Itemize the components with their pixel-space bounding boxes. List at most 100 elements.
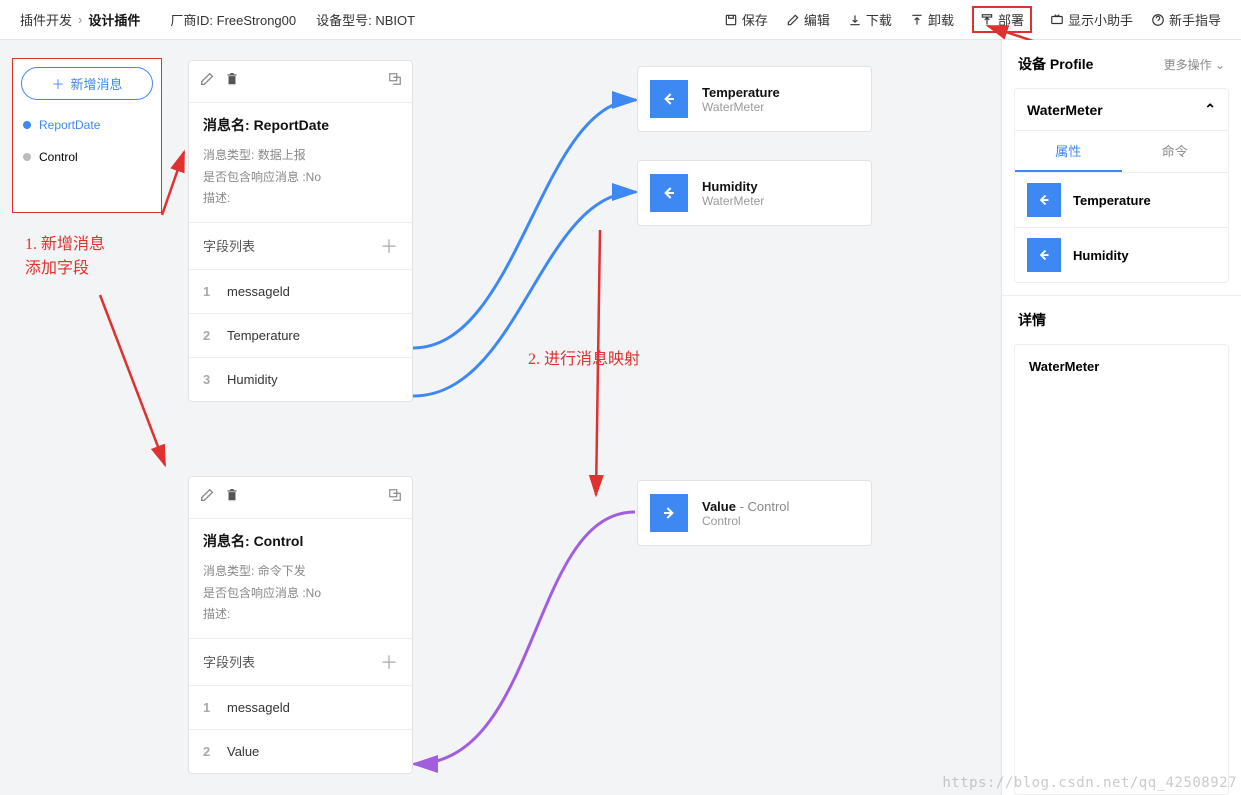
sidebar-item-control[interactable]: Control (21, 150, 153, 164)
deploy-icon (980, 13, 994, 27)
profile-header: 设备 Profile 更多操作 ⌄ (1002, 40, 1241, 88)
more-actions-button[interactable]: 更多操作 ⌄ (1164, 56, 1225, 73)
field-row[interactable]: 2Temperature (189, 313, 412, 357)
chevron-up-icon: ⌃ (1204, 101, 1216, 118)
top-info: 厂商ID: FreeStrong00 设备型号: NBIOT (170, 10, 415, 29)
fields-header: 字段列表 ＋ (189, 222, 412, 269)
edit-icon[interactable] (199, 71, 215, 92)
detail-title: WaterMeter (1029, 359, 1099, 374)
sidebar-item-reportdate[interactable]: ReportDate (21, 118, 153, 132)
save-icon (724, 13, 738, 27)
target-subtitle: WaterMeter (702, 194, 764, 208)
tab-attributes[interactable]: 属性 (1015, 131, 1122, 172)
expand-icon[interactable] (388, 488, 402, 507)
plus-icon[interactable]: ＋ (380, 233, 398, 259)
arrow-left-icon (1027, 238, 1061, 272)
target-title: Temperature (702, 85, 780, 100)
edit-button[interactable]: 编辑 (786, 10, 830, 29)
save-button[interactable]: 保存 (724, 10, 768, 29)
tab-commands[interactable]: 命令 (1122, 131, 1229, 172)
device-model-label: 设备型号: (316, 13, 372, 28)
section-title: WaterMeter (1027, 102, 1103, 118)
arrow-left-icon (1027, 183, 1061, 217)
guide-button[interactable]: 新手指导 (1151, 10, 1221, 29)
field-row[interactable]: 2Value (189, 729, 412, 773)
uninstall-icon (910, 13, 924, 27)
sidebar-item-label: ReportDate (39, 118, 100, 132)
field-name: messageld (227, 284, 290, 299)
dot-icon (23, 153, 31, 161)
msg-resp-row: 是否包含响应消息 :No (203, 583, 398, 605)
vendor-id-value: FreeStrong00 (217, 13, 297, 28)
chevron-right-icon: › (78, 12, 82, 27)
target-card-humidity[interactable]: HumidityWaterMeter (637, 160, 872, 226)
profile-section: WaterMeter ⌃ 属性 命令 Temperature Humidity (1014, 88, 1229, 283)
watermark: https://blog.csdn.net/qq_42508927 (942, 775, 1237, 791)
card-title: 消息名: ReportDate (203, 115, 398, 135)
device-model-value: NBIOT (375, 13, 415, 28)
plus-icon: ＋ (51, 74, 64, 93)
message-card-control[interactable]: 消息名: Control 消息类型: 命令下发 是否包含响应消息 :No 描述:… (188, 476, 413, 774)
right-panel: 设备 Profile 更多操作 ⌄ WaterMeter ⌃ 属性 命令 Tem… (1001, 40, 1241, 795)
msg-type-row: 消息类型: 命令下发 (203, 561, 398, 583)
field-name: messageld (227, 700, 290, 715)
property-name: Temperature (1073, 193, 1151, 208)
target-title: Value - Control (702, 499, 789, 514)
property-name: Humidity (1073, 248, 1129, 263)
property-item-temperature[interactable]: Temperature (1015, 172, 1228, 227)
field-row[interactable]: 3Humidity (189, 357, 412, 401)
annotation-2: 2. 进行消息映射 (528, 345, 640, 369)
card-header (189, 477, 412, 519)
vendor-id-label: 厂商ID: (170, 13, 213, 28)
assistant-button[interactable]: 显示小助手 (1050, 10, 1133, 29)
breadcrumb: 插件开发 › 设计插件 (20, 10, 140, 29)
fields-label: 字段列表 (203, 236, 255, 255)
msg-resp-row: 是否包含响应消息 :No (203, 167, 398, 189)
detail-body: WaterMeter (1014, 344, 1229, 795)
plus-icon[interactable]: ＋ (380, 649, 398, 675)
target-subtitle: WaterMeter (702, 100, 780, 114)
download-icon (848, 13, 862, 27)
field-name: Humidity (227, 372, 278, 387)
new-message-button[interactable]: ＋ 新增消息 (21, 67, 153, 100)
trash-icon[interactable] (225, 487, 239, 508)
dot-icon (23, 121, 31, 129)
arrow-right-icon (650, 494, 688, 532)
download-button[interactable]: 下载 (848, 10, 892, 29)
field-row[interactable]: 1messageld (189, 269, 412, 313)
expand-icon[interactable] (388, 72, 402, 91)
top-actions: 保存 编辑 下载 卸载 部署 显示小助手 新手指导 (724, 6, 1221, 33)
property-item-humidity[interactable]: Humidity (1015, 227, 1228, 282)
annotation-1: 1. 新增消息 添加字段 (25, 230, 105, 278)
uninstall-button[interactable]: 卸载 (910, 10, 954, 29)
card-title: 消息名: Control (203, 531, 398, 551)
fields-header: 字段列表 ＋ (189, 638, 412, 685)
card-header (189, 61, 412, 103)
arrow-left-icon (650, 80, 688, 118)
msg-desc-row: 描述: (203, 604, 398, 626)
profile-section-head[interactable]: WaterMeter ⌃ (1015, 89, 1228, 130)
profile-tabs: 属性 命令 (1015, 130, 1228, 172)
target-card-value[interactable]: Value - ControlControl (637, 480, 872, 546)
edit-icon (786, 13, 800, 27)
edit-icon[interactable] (199, 487, 215, 508)
target-card-temperature[interactable]: TemperatureWaterMeter (637, 66, 872, 132)
breadcrumb-current: 设计插件 (88, 10, 140, 29)
msg-desc-row: 描述: (203, 188, 398, 210)
target-title: Humidity (702, 179, 764, 194)
breadcrumb-parent[interactable]: 插件开发 (20, 10, 72, 29)
deploy-button[interactable]: 部署 (972, 6, 1032, 33)
new-message-label: 新增消息 (71, 74, 123, 93)
top-bar: 插件开发 › 设计插件 厂商ID: FreeStrong00 设备型号: NBI… (0, 0, 1241, 40)
field-name: Value (227, 744, 259, 759)
help-icon (1151, 13, 1165, 27)
target-subtitle: Control (702, 514, 789, 528)
field-name: Temperature (227, 328, 300, 343)
design-canvas[interactable]: ＋ 新增消息 ReportDate Control 消息名: ReportDat… (0, 40, 1001, 795)
detail-header: 详情 (1002, 295, 1241, 344)
field-row[interactable]: 1messageld (189, 685, 412, 729)
chevron-down-icon: ⌄ (1215, 58, 1225, 72)
message-card-reportdate[interactable]: 消息名: ReportDate 消息类型: 数据上报 是否包含响应消息 :No … (188, 60, 413, 402)
message-list-panel: ＋ 新增消息 ReportDate Control (12, 58, 162, 213)
trash-icon[interactable] (225, 71, 239, 92)
